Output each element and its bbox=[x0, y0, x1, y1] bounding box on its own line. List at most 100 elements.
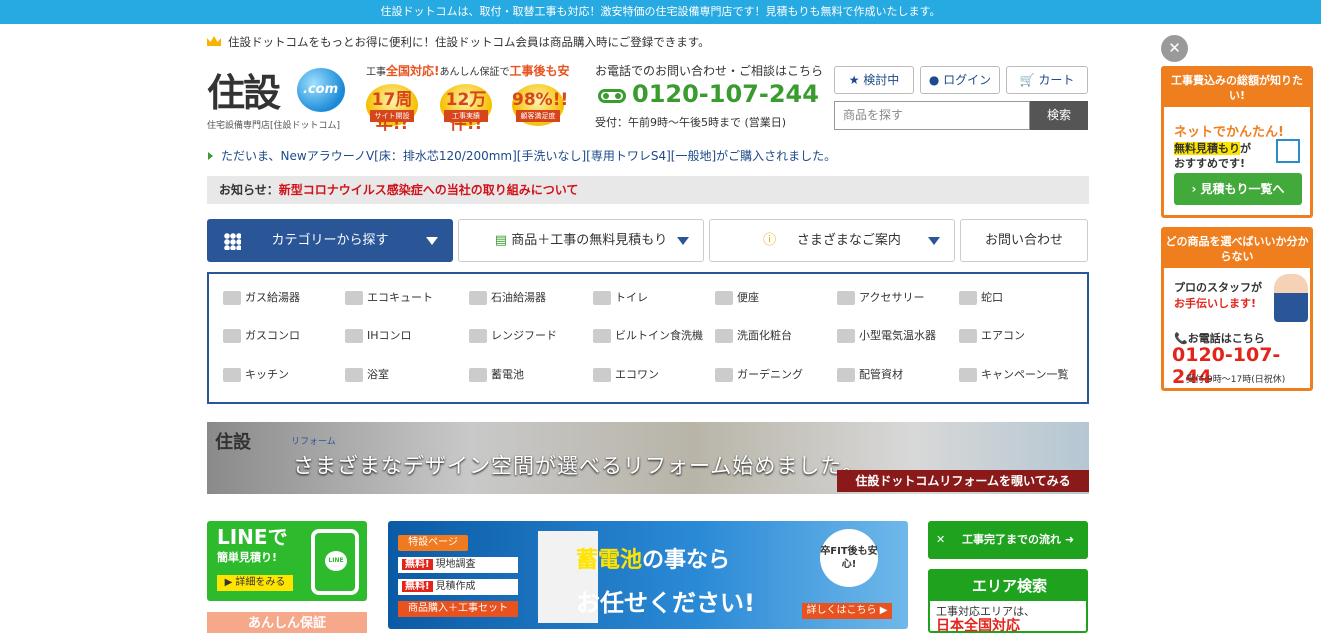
notice-link[interactable]: 新型コロナウイルス感染症への当社の取り組みについて bbox=[279, 183, 579, 197]
chevron-down-icon bbox=[426, 237, 438, 245]
phone-icon: LINE bbox=[311, 529, 359, 595]
search-input[interactable]: 商品を探す bbox=[834, 101, 1030, 130]
star-icon: ★ bbox=[848, 73, 864, 87]
dishwasher-icon bbox=[593, 329, 611, 343]
battery-banner[interactable]: 特設ページ 無料! 現地調査 無料! 見積作成 商品購入＋工事セット 蓄電池の事なら… bbox=[388, 521, 908, 629]
small-heater-icon bbox=[837, 329, 855, 343]
line-sub: 簡単見積り! bbox=[217, 551, 278, 564]
bathroom-icon bbox=[345, 368, 363, 382]
category-faucet[interactable]: 蛇口 bbox=[959, 288, 1003, 308]
side2-hours: 受付:9時〜17時(日祝休) bbox=[1186, 375, 1286, 385]
info-icon: ⓘ bbox=[763, 233, 797, 248]
tab-estimate[interactable]: ▤ 商品＋工事の無料見積もり bbox=[458, 219, 704, 262]
anshin-text: 工事全国対応!あんしん保証で工事後も安 bbox=[366, 64, 570, 78]
chevron-down-icon bbox=[928, 237, 940, 245]
fit-badge: 卒FIT後も安心! bbox=[820, 529, 878, 587]
category-vanity[interactable]: 洗面化粧台 bbox=[715, 326, 792, 346]
crown-icon bbox=[207, 36, 221, 46]
tel-title: お電話でのお問い合わせ・ご相談はこちら bbox=[595, 64, 824, 78]
category-panel: ガス給湯器 エコキュート 石油給湯器 トイレ 便座 アクセサリー 蛇口 ガスコン… bbox=[207, 272, 1089, 404]
category-oil-heater[interactable]: 石油給湯器 bbox=[469, 288, 546, 308]
tools-icon: ✕ bbox=[936, 533, 946, 546]
gas-stove-icon bbox=[223, 329, 241, 343]
edit-icon bbox=[1276, 139, 1300, 163]
aircon-icon bbox=[959, 329, 977, 343]
category-battery[interactable]: 蓄電池 bbox=[469, 365, 524, 385]
free-survey: 無料! 現地調査 bbox=[398, 557, 518, 573]
gas-heater-icon bbox=[223, 291, 241, 305]
logo-kanji: 住設 bbox=[207, 70, 281, 115]
line-icon: LINE bbox=[325, 551, 347, 571]
side1-head: 工事費込みの総額が知りたい! bbox=[1164, 69, 1310, 107]
document-icon: ▤ bbox=[494, 233, 512, 248]
oil-heater-icon bbox=[469, 291, 487, 305]
guarantee-banner[interactable]: あんしん保証 bbox=[207, 612, 367, 633]
category-gas-water-heater[interactable]: ガス給湯器 bbox=[223, 288, 300, 308]
login-button[interactable]: ● ログイン bbox=[920, 66, 1000, 94]
category-ih-stove[interactable]: IHコンロ bbox=[345, 326, 412, 346]
side2-head: どの商品を選べばいいか分からない bbox=[1164, 230, 1310, 268]
tab-guide[interactable]: ⓘ さまざまなご案内 bbox=[709, 219, 955, 262]
purchase-ticker[interactable]: ただいま、NewアラウーノV[床：排水芯120/200mm][手洗いなし][専用… bbox=[208, 147, 836, 164]
tab-contact[interactable]: お問い合わせ bbox=[960, 219, 1088, 262]
category-kitchen[interactable]: キッチン bbox=[223, 365, 289, 385]
construction-flow-banner[interactable]: ✕ 工事完了までの流れ ➜ bbox=[928, 521, 1088, 559]
search-button[interactable]: 検索 bbox=[1030, 101, 1088, 130]
category-bathroom[interactable]: 浴室 bbox=[345, 365, 389, 385]
set-label: 商品購入＋工事セット bbox=[398, 601, 518, 617]
tel-number[interactable]: 0120-107-244 bbox=[632, 80, 819, 108]
megaphone-icon bbox=[959, 368, 977, 382]
reform-link[interactable]: 住設ドットコムリフォームを覗いてみる bbox=[837, 470, 1089, 492]
battery-heading: 蓄電池の事なら bbox=[576, 548, 731, 573]
category-aircon[interactable]: エアコン bbox=[959, 326, 1025, 346]
battery-icon bbox=[469, 368, 487, 382]
category-campaign[interactable]: キャンペーン一覧 bbox=[959, 365, 1068, 385]
kitchen-icon bbox=[223, 368, 241, 382]
user-icon: ● bbox=[928, 73, 944, 87]
category-range-hood[interactable]: レンジフード bbox=[469, 326, 557, 346]
category-piping[interactable]: 配管資材 bbox=[837, 365, 903, 385]
close-icon[interactable]: ✕ bbox=[1161, 35, 1188, 62]
category-accessory[interactable]: アクセサリー bbox=[837, 288, 924, 308]
faucet-icon bbox=[959, 291, 977, 305]
cart-button[interactable]: 🛒 カート bbox=[1006, 66, 1088, 94]
staff-icon bbox=[1274, 274, 1308, 322]
category-gas-stove[interactable]: ガスコンロ bbox=[223, 326, 300, 346]
line-estimate-banner[interactable]: LINEで 簡単見積り! ▶ 詳細をみる LINE bbox=[207, 521, 367, 601]
area-search-banner[interactable]: エリア検索 工事対応エリアは、 日本全国対応 bbox=[928, 569, 1088, 633]
vanity-icon bbox=[715, 329, 733, 343]
free-dial-icon bbox=[598, 89, 626, 103]
area-search-title: エリア検索 bbox=[930, 571, 1086, 601]
side-support-banner[interactable]: どの商品を選べばいいか分からない プロのスタッフが お手伝いします! 📞お電話はこ… bbox=[1161, 227, 1313, 391]
side-estimate-banner[interactable]: 工事費込みの総額が知りたい! ネットでかんたん! 無料見積もりが おすすめです! … bbox=[1161, 66, 1313, 218]
favorites-button[interactable]: ★ 検討中 bbox=[834, 66, 914, 94]
side1-l1: ネットでかんたん! bbox=[1174, 125, 1284, 140]
site-logo[interactable]: 住設 .com bbox=[207, 62, 347, 115]
ecoone-icon bbox=[593, 368, 611, 382]
reform-banner[interactable]: 住設 リフォーム さまざまなデザイン空間が選べるリフォーム始めました。 住設ドッ… bbox=[207, 422, 1089, 494]
chevron-down-icon bbox=[677, 237, 689, 245]
area-search-sub: 工事対応エリアは、 日本全国対応 bbox=[936, 605, 1035, 634]
ih-stove-icon bbox=[345, 329, 363, 343]
side2-l1: プロのスタッフが お手伝いします! bbox=[1174, 281, 1262, 310]
arrow-icon bbox=[208, 152, 213, 160]
medal-works: 12万件!! 工事実績 bbox=[440, 84, 492, 134]
category-small-heater[interactable]: 小型電気温水器 bbox=[837, 326, 936, 346]
special-page-label: 特設ページ bbox=[398, 535, 468, 551]
grid-icon bbox=[224, 233, 241, 250]
logo-subtitle: 住宅設備専門店[住設ドットコム] bbox=[207, 121, 341, 131]
tab-category[interactable]: カテゴリーから探す bbox=[207, 219, 453, 262]
estimate-list-button[interactable]: › 見積もり一覧へ bbox=[1174, 173, 1302, 205]
category-gardening[interactable]: ガーデニング bbox=[715, 365, 803, 385]
range-hood-icon bbox=[469, 329, 487, 343]
category-ecocute[interactable]: エコキュート bbox=[345, 288, 433, 308]
category-toilet[interactable]: トイレ bbox=[593, 288, 648, 308]
ecocute-icon bbox=[345, 291, 363, 305]
notice-bar: お知らせ：新型コロナウイルス感染症への当社の取り組みについて bbox=[207, 176, 1089, 204]
category-ecoone[interactable]: エコワン bbox=[593, 365, 659, 385]
battery-more-link[interactable]: 詳しくはこちら ▶ bbox=[802, 603, 892, 619]
battery-heading-2: お任せください! bbox=[576, 589, 755, 617]
category-seat[interactable]: 便座 bbox=[715, 288, 759, 308]
seat-icon bbox=[715, 291, 733, 305]
category-dishwasher[interactable]: ビルトイン食洗機 bbox=[593, 326, 703, 346]
